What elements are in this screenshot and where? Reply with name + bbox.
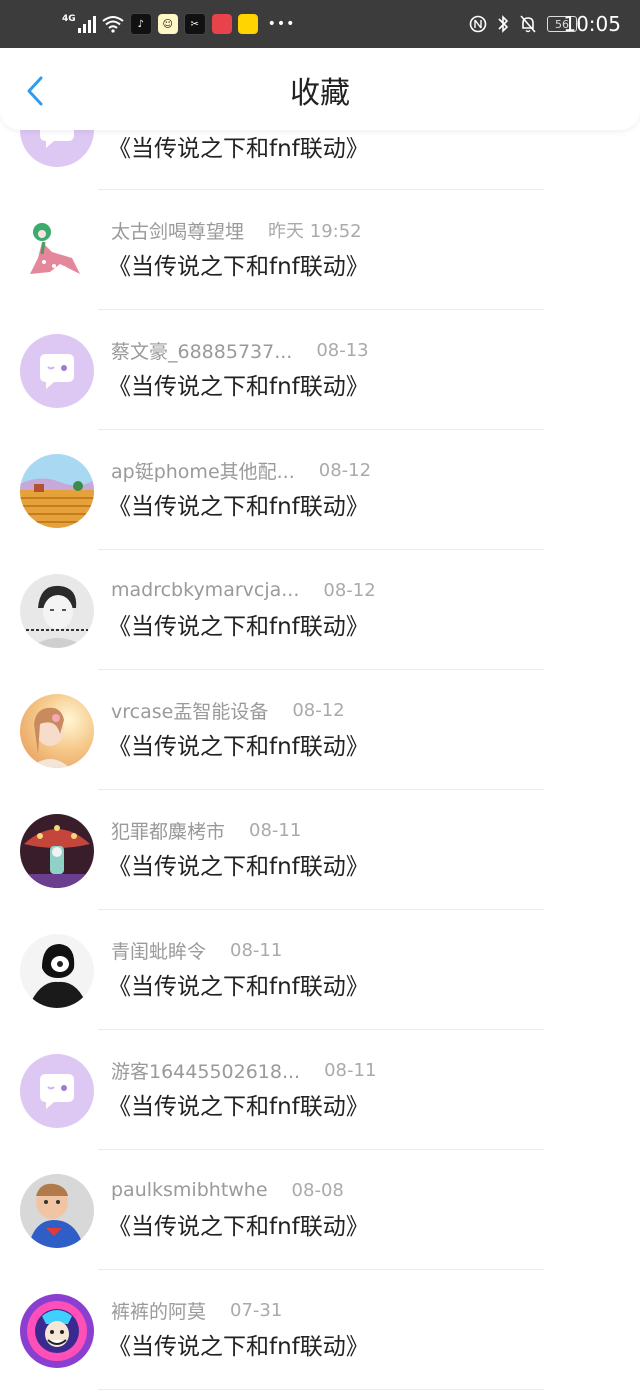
baby-avatar-image	[20, 1174, 94, 1248]
list-item[interactable]: 犯罪都麋栲市 08-11 《当传说之下和fnf联动》	[0, 790, 640, 910]
list-item[interactable]: 《当传说之下和fnf联动》	[0, 130, 640, 190]
nfc-icon	[469, 15, 487, 33]
post-title[interactable]: 《当传说之下和fnf联动》	[108, 732, 369, 762]
post-title: 《当传说之下和fnf联动》	[108, 136, 369, 162]
list-item[interactable]: 游客16445502618... 08-11 《当传说之下和fnf联动》	[0, 1030, 640, 1150]
username[interactable]: madrcbkymarvcja...	[111, 579, 299, 601]
item-meta: madrcbkymarvcja... 08-12	[111, 578, 376, 602]
timestamp: 07-31	[230, 1299, 283, 1321]
status-bar: 4G ♪ ☺ ✂ ••• 56 10:05	[0, 0, 640, 48]
avatar[interactable]	[20, 574, 94, 648]
item-meta: ap铤phome其他配... 08-12	[111, 457, 372, 484]
wifi-icon	[102, 16, 124, 33]
username[interactable]: 太古剑喝尊望埋	[111, 217, 244, 244]
timestamp: 08-11	[324, 1059, 377, 1081]
app-icon	[211, 14, 232, 34]
post-title[interactable]: 《当传说之下和fnf联动》	[108, 492, 369, 522]
timestamp: 08-08	[291, 1179, 344, 1201]
list-item[interactable]: 太古剑喝尊望埋 昨天 19:52 《当传说之下和fnf联动》	[0, 190, 640, 310]
list-item[interactable]: vrcase盂智能设备 08-12 《当传说之下和fnf联动》	[0, 670, 640, 790]
timestamp: 08-12	[318, 459, 372, 481]
timestamp: 08-13	[316, 339, 369, 361]
tiktok-icon: ♪	[129, 13, 152, 35]
post-title[interactable]: 《当传说之下和fnf联动》	[108, 1332, 369, 1362]
app-icon	[237, 14, 258, 34]
mushroom-avatar-image	[20, 814, 94, 888]
item-meta: 裤裤的阿莫 07-31	[111, 1297, 283, 1324]
timestamp: 昨天 19:52	[268, 221, 362, 242]
capcut-icon: ✂	[183, 13, 206, 35]
post-title[interactable]: 《当传说之下和fnf联动》	[108, 852, 369, 882]
username[interactable]: ap铤phome其他配...	[111, 457, 295, 484]
item-meta: 青闺蚍眸令 08-11	[111, 937, 283, 964]
favorites-list: 《当传说之下和fnf联动》 太古剑喝尊望埋 昨天 19:52 《当传说之下和fn…	[0, 130, 640, 1390]
item-meta: 犯罪都麋栲市 08-11	[111, 817, 302, 844]
post-title[interactable]: 《当传说之下和fnf联动》	[108, 1092, 369, 1122]
clock: 10:05	[563, 12, 621, 36]
app-icon: ☺	[157, 14, 178, 34]
avatar[interactable]	[20, 814, 94, 888]
username[interactable]: 犯罪都麋栲市	[111, 817, 225, 844]
page-title: 收藏	[290, 76, 350, 111]
default-avatar-icon	[20, 1054, 94, 1128]
fnf-avatar-image	[20, 1294, 94, 1368]
avatar[interactable]	[20, 130, 94, 167]
more-dots-icon: •••	[267, 16, 296, 32]
timestamp: 08-11	[249, 819, 302, 841]
timestamp: 08-12	[323, 579, 376, 601]
mute-bell-icon	[520, 15, 536, 33]
bw-portrait-avatar-image	[20, 574, 94, 648]
avatar[interactable]	[20, 1174, 94, 1248]
flower-avatar-image	[20, 214, 94, 288]
default-avatar-icon	[20, 334, 94, 408]
username[interactable]: paulksmibhtwhe	[111, 1179, 268, 1201]
username[interactable]: vrcase盂智能设备	[111, 697, 268, 724]
list-item[interactable]: paulksmibhtwhe 08-08 《当传说之下和fnf联动》	[0, 1150, 640, 1270]
avatar[interactable]	[20, 334, 94, 408]
timestamp: 08-12	[292, 699, 345, 721]
timestamp: 08-11	[230, 939, 283, 961]
list-item[interactable]: madrcbkymarvcja... 08-12 《当传说之下和fnf联动》	[0, 550, 640, 670]
bluetooth-icon	[498, 15, 509, 33]
post-title[interactable]: 《当传说之下和fnf联动》	[108, 1212, 369, 1242]
item-meta: 太古剑喝尊望埋 昨天 19:52	[111, 217, 362, 244]
avatar[interactable]	[20, 1054, 94, 1128]
avatar[interactable]	[20, 454, 94, 528]
username[interactable]: 游客16445502618...	[111, 1057, 300, 1084]
landscape-avatar-image	[20, 454, 94, 528]
list-item[interactable]: 蔡文豪_68885737... 08-13 《当传说之下和fnf联动》	[0, 310, 640, 430]
signal-icon	[77, 15, 96, 33]
status-left: 4G ♪ ☺ ✂ •••	[62, 12, 295, 36]
network-type: 4G	[62, 13, 76, 24]
avatar[interactable]	[20, 214, 94, 288]
post-title[interactable]: 《当传说之下和fnf联动》	[108, 372, 369, 402]
dark-figure-avatar-image	[20, 934, 94, 1008]
list-item[interactable]: 裤裤的阿莫 07-31 《当传说之下和fnf联动》	[0, 1270, 640, 1390]
item-meta: 蔡文豪_68885737... 08-13	[111, 337, 369, 364]
avatar[interactable]	[20, 1294, 94, 1368]
username[interactable]: 蔡文豪_68885737...	[111, 337, 292, 364]
navigation-header: 收藏	[0, 48, 640, 130]
post-title[interactable]: 《当传说之下和fnf联动》	[108, 252, 369, 282]
girl-avatar-image	[20, 694, 94, 768]
list-item[interactable]: ap铤phome其他配... 08-12 《当传说之下和fnf联动》	[0, 430, 640, 550]
username[interactable]: 青闺蚍眸令	[111, 937, 206, 964]
list-item[interactable]: 青闺蚍眸令 08-11 《当传说之下和fnf联动》	[0, 910, 640, 1030]
item-meta: 游客16445502618... 08-11	[111, 1057, 377, 1084]
avatar[interactable]	[20, 934, 94, 1008]
post-title[interactable]: 《当传说之下和fnf联动》	[108, 972, 369, 1002]
username[interactable]: 裤裤的阿莫	[111, 1297, 206, 1324]
post-title[interactable]: 《当传说之下和fnf联动》	[108, 612, 369, 642]
default-avatar-icon	[20, 130, 94, 167]
item-meta: vrcase盂智能设备 08-12	[111, 697, 345, 724]
avatar[interactable]	[20, 694, 94, 768]
item-meta: paulksmibhtwhe 08-08	[111, 1178, 344, 1202]
